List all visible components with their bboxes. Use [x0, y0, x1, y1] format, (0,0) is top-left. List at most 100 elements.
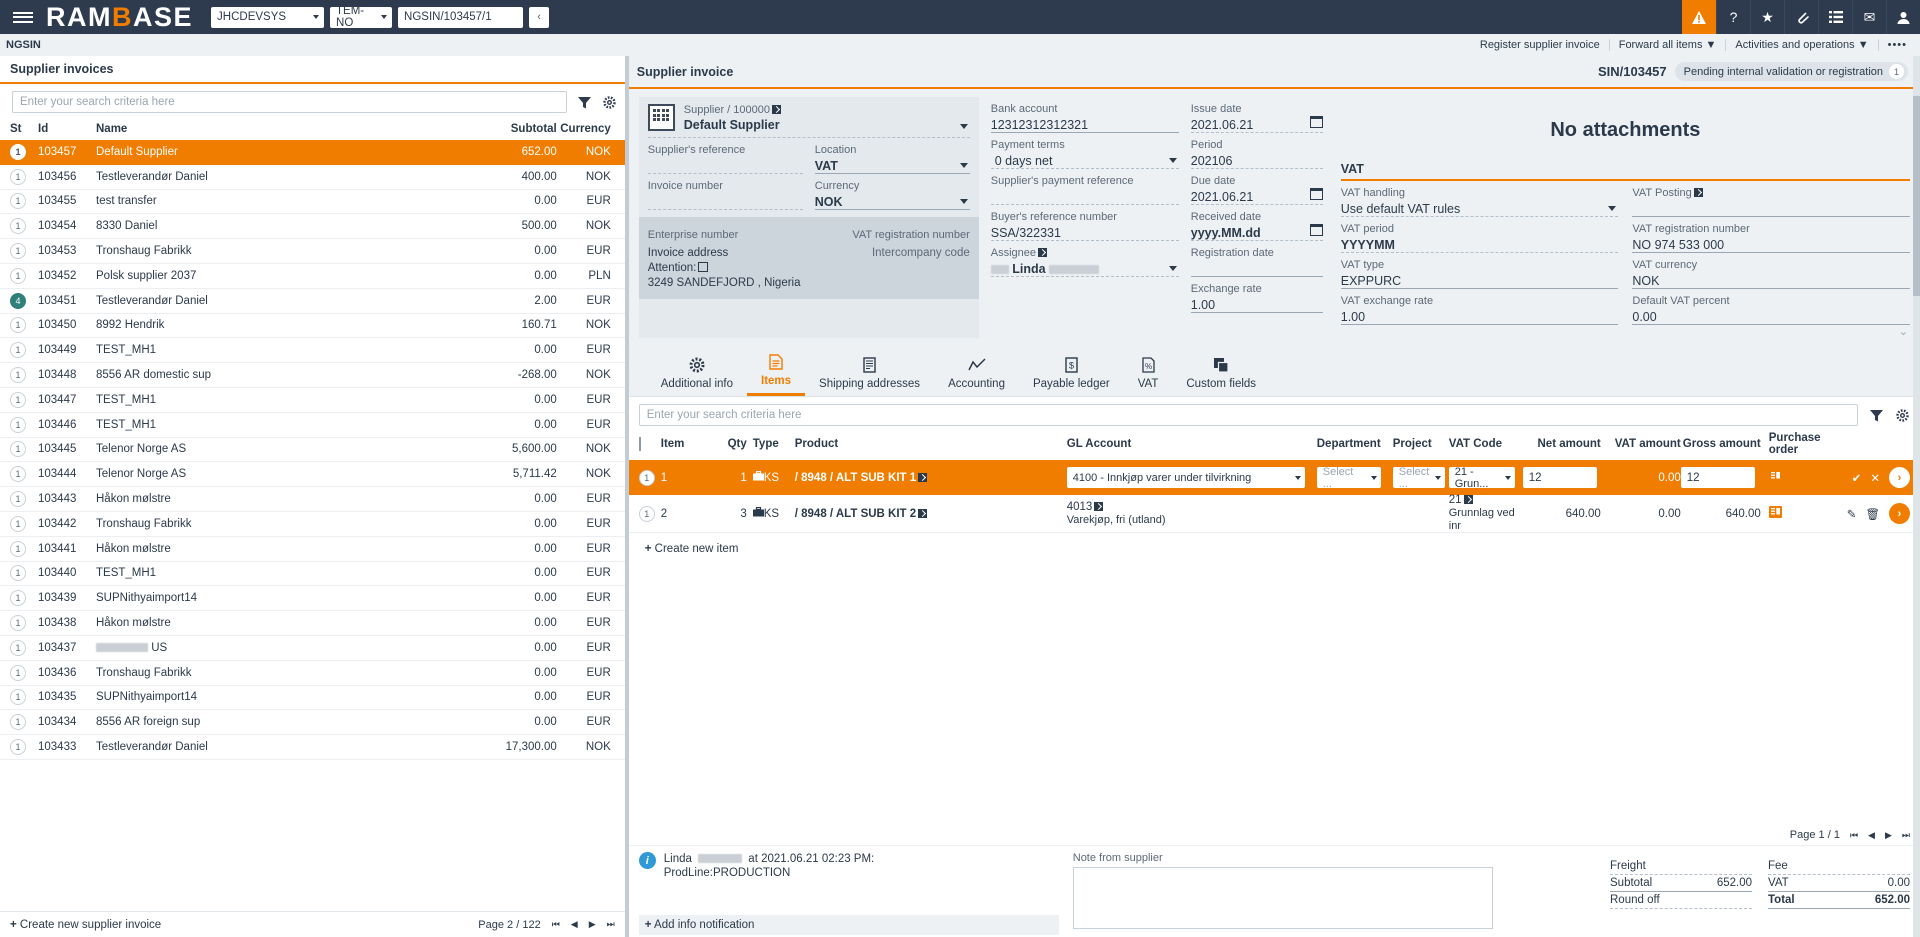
- table-row[interactable]: 1103444Telenor Norge AS5,711.42NOK: [0, 462, 625, 487]
- external-link-icon[interactable]: [918, 473, 927, 482]
- row-gl-account[interactable]: 4013Varekjøp, fri (utland): [1067, 501, 1317, 527]
- received-date-field[interactable]: Received date yyyy.MM.dd: [1191, 205, 1323, 241]
- vat-period-field[interactable]: VAT period YYYYMM: [1341, 217, 1619, 253]
- context-input[interactable]: NGSIN/103457/1: [398, 7, 523, 28]
- table-row[interactable]: 1103435SUPNithyaimport140.00EUR: [0, 686, 625, 711]
- external-link-icon[interactable]: [1464, 495, 1473, 504]
- row-gross-amount-input[interactable]: 12: [1681, 467, 1761, 488]
- supplier-selector[interactable]: Supplier / 100000 Default Supplier: [648, 104, 970, 138]
- create-new-supplier-invoice-button[interactable]: + Create new supplier invoice: [10, 919, 161, 931]
- period-field[interactable]: Period 202106: [1191, 133, 1323, 169]
- row-gl-account-select[interactable]: 4100 - Innkjøp varer under tilvirkning: [1067, 467, 1317, 488]
- table-row[interactable]: 11034488556 AR domestic sup-268.00NOK: [0, 363, 625, 388]
- system-select[interactable]: JHCDEVSYS: [211, 7, 324, 28]
- previous-page-icon[interactable]: ◀: [571, 919, 578, 930]
- list-icon[interactable]: [1818, 0, 1852, 34]
- edit-pencil-icon[interactable]: [698, 262, 708, 272]
- forward-all-items-button[interactable]: Forward all items ▼: [1610, 39, 1727, 51]
- item-row[interactable]: 111KS/ 8948 / ALT SUB KIT 14100 - Innkjø…: [629, 460, 1920, 495]
- table-row[interactable]: 1103457Default Supplier652.00NOK: [0, 140, 625, 165]
- due-date-field[interactable]: Due date 2021.06.21: [1191, 169, 1323, 205]
- warning-icon[interactable]: [1682, 0, 1716, 34]
- external-link-icon[interactable]: [772, 105, 781, 114]
- table-row[interactable]: 4103451Testleverandør Daniel2.00EUR: [0, 289, 625, 314]
- expand-more-icon[interactable]: ⌄: [1341, 325, 1910, 338]
- table-row[interactable]: 1103455test transfer0.00EUR: [0, 190, 625, 215]
- external-link-icon[interactable]: [1038, 248, 1047, 257]
- external-link-icon[interactable]: [918, 509, 927, 518]
- table-row[interactable]: 11034548330 Daniel500.00NOK: [0, 214, 625, 239]
- vat-handling-field[interactable]: VAT handling Use default VAT rules: [1341, 181, 1619, 217]
- row-net-amount-input[interactable]: 12: [1523, 467, 1601, 488]
- items-search-input[interactable]: Enter your search criteria here: [639, 404, 1858, 426]
- location-field[interactable]: Location VAT: [815, 138, 970, 174]
- table-row[interactable]: 1103440TEST_MH10.00EUR: [0, 562, 625, 587]
- cancel-icon[interactable]: ✕: [1870, 471, 1880, 485]
- default-vat-percent-field[interactable]: Default VAT percent 0.00: [1632, 289, 1910, 325]
- confirm-icon[interactable]: ✔: [1852, 471, 1862, 485]
- item-row[interactable]: 123KS/ 8948 / ALT SUB KIT 24013Varekjøp,…: [629, 495, 1920, 533]
- table-row[interactable]: 1103442Tronshaug Fabrikk0.00EUR: [0, 512, 625, 537]
- more-options-button[interactable]: ••••: [1879, 39, 1916, 51]
- tab-accounting[interactable]: Accounting: [934, 351, 1019, 396]
- bank-account-field[interactable]: Bank account 12312312312321: [991, 97, 1179, 133]
- gear-icon[interactable]: [602, 94, 617, 110]
- star-icon[interactable]: ★: [1750, 0, 1784, 34]
- vertical-scrollbar[interactable]: [1913, 56, 1920, 937]
- issue-date-field[interactable]: Issue date 2021.06.21: [1191, 97, 1323, 133]
- currency-field[interactable]: Currency NOK: [815, 174, 970, 210]
- table-row[interactable]: 1103452Polsk supplier 20370.00PLN: [0, 264, 625, 289]
- tab-items[interactable]: Items: [747, 348, 805, 396]
- exchange-rate-field[interactable]: Exchange rate 1.00: [1191, 277, 1323, 313]
- tab-custom-fields[interactable]: Custom fields: [1172, 351, 1270, 396]
- mail-icon[interactable]: ✉: [1852, 0, 1886, 34]
- help-icon[interactable]: ?: [1716, 0, 1750, 34]
- scrollbar-thumb[interactable]: [1913, 96, 1920, 296]
- activities-and-operations-button[interactable]: Activities and operations ▼: [1726, 39, 1878, 51]
- next-page-icon[interactable]: ▶: [589, 919, 596, 930]
- language-select[interactable]: TEM-NO: [330, 7, 392, 28]
- gear-icon[interactable]: [1895, 407, 1910, 423]
- row-product[interactable]: / 8948 / ALT SUB KIT 1: [787, 472, 1067, 484]
- edit-icon[interactable]: ✎: [1847, 507, 1857, 521]
- row-purchase-order-icon[interactable]: [1761, 506, 1847, 521]
- table-row[interactable]: 1103447TEST_MH10.00EUR: [0, 388, 625, 413]
- register-supplier-invoice-button[interactable]: Register supplier invoice: [1471, 39, 1610, 51]
- assignee-field[interactable]: Assignee Linda: [991, 241, 1179, 277]
- row-vat-code[interactable]: 21Grunnlag ved inr: [1449, 494, 1523, 533]
- delete-icon[interactable]: 🗑: [1865, 507, 1880, 521]
- tab-shipping-addresses[interactable]: Shipping addresses: [805, 351, 934, 396]
- row-purchase-order-icon[interactable]: [1761, 470, 1847, 485]
- table-row[interactable]: 1103437 US0.00EUR: [0, 636, 625, 661]
- calendar-icon[interactable]: [1310, 224, 1323, 236]
- user-icon[interactable]: [1886, 0, 1920, 34]
- table-row[interactable]: 1103446TEST_MH10.00EUR: [0, 413, 625, 438]
- calendar-icon[interactable]: [1310, 116, 1323, 128]
- vat-posting-field[interactable]: VAT Posting: [1632, 181, 1910, 217]
- suppliers-payment-reference-field[interactable]: Supplier's payment reference: [991, 169, 1179, 205]
- row-vat-code-select[interactable]: 21 - Grun...: [1449, 467, 1523, 488]
- last-page-icon[interactable]: ⏭: [1902, 830, 1910, 841]
- row-product[interactable]: / 8948 / ALT SUB KIT 2: [787, 508, 1067, 520]
- registration-date-field[interactable]: Registration date: [1191, 241, 1323, 277]
- buyers-reference-number-field[interactable]: Buyer's reference number SSA/322331: [991, 205, 1179, 241]
- row-department-select[interactable]: Select ...: [1317, 467, 1393, 488]
- menu-burger-icon[interactable]: [0, 0, 46, 34]
- previous-page-icon[interactable]: ◀: [1868, 830, 1875, 841]
- table-row[interactable]: 1103433Testleverandør Daniel17,300.00NOK: [0, 735, 625, 760]
- filter-icon[interactable]: [577, 94, 592, 110]
- status-badge[interactable]: Pending internal validation or registrat…: [1675, 62, 1908, 81]
- external-link-icon[interactable]: [1694, 188, 1703, 197]
- back-button[interactable]: ‹: [529, 7, 549, 28]
- select-all-checkbox[interactable]: [639, 438, 661, 450]
- invoice-number-field[interactable]: Invoice number: [648, 174, 803, 210]
- first-page-icon[interactable]: ⏮: [1850, 830, 1858, 841]
- add-info-notification-button[interactable]: + Add info notification: [639, 915, 1059, 935]
- row-project-select[interactable]: Select ...: [1393, 467, 1449, 488]
- table-row[interactable]: 1103453Tronshaug Fabrikk0.00EUR: [0, 239, 625, 264]
- tab-vat[interactable]: %VAT: [1124, 351, 1173, 396]
- table-row[interactable]: 1103436Tronshaug Fabrikk0.00EUR: [0, 661, 625, 686]
- table-row[interactable]: 1103456Testleverandør Daniel400.00NOK: [0, 165, 625, 190]
- tab-additional-info[interactable]: Additional info: [647, 351, 747, 396]
- table-row[interactable]: 1103441Håkon mølstre0.00EUR: [0, 537, 625, 562]
